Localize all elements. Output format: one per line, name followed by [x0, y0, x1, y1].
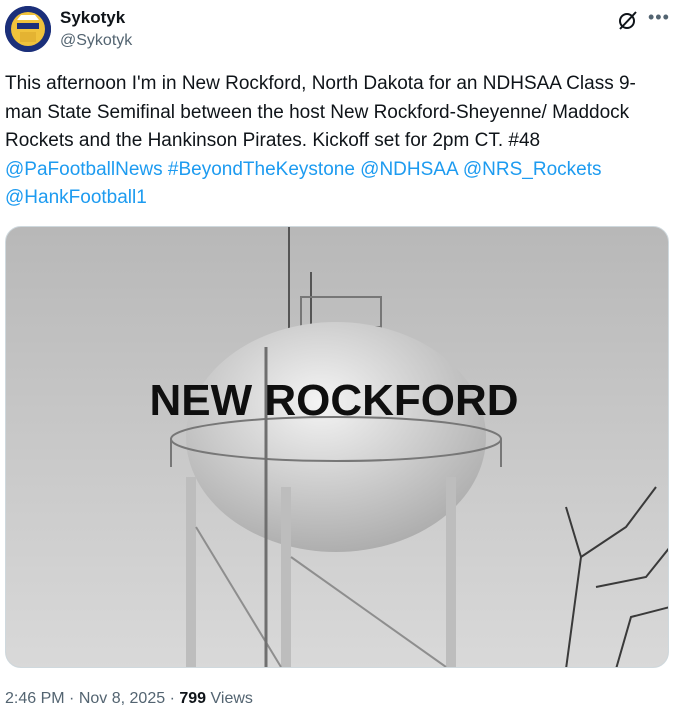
mention-pafootballnews[interactable]: @PaFootballNews [5, 159, 163, 180]
water-tower-photo: NEW ROCKFORD [6, 227, 668, 667]
author-handle[interactable]: @Sykotyk [60, 32, 132, 50]
mention-ndhsaa[interactable]: @NDHSAA [360, 159, 457, 180]
meta-separator-2: · [169, 690, 175, 707]
grok-slash-icon[interactable] [617, 9, 639, 31]
mention-hankfootball1[interactable]: @HankFootball1 [5, 187, 147, 208]
tweet-meta: 2:46 PM · Nov 8, 2025 · 799 Views [5, 690, 253, 708]
author-name[interactable]: Sykotyk [60, 8, 125, 28]
tweet-photo[interactable]: NEW ROCKFORD [5, 226, 669, 668]
post-date[interactable]: Nov 8, 2025 [79, 690, 165, 707]
views-label: Views [210, 690, 253, 707]
post-time[interactable]: 2:46 PM [5, 690, 65, 707]
meta-separator: · [69, 690, 75, 707]
views-count: 799 [179, 690, 207, 707]
more-horizontal-icon[interactable]: ••• [648, 6, 670, 28]
author-avatar[interactable] [5, 6, 51, 52]
tower-lettering: NEW ROCKFORD [149, 376, 518, 425]
tweet-text: This afternoon I'm in New Rockford, Nort… [5, 70, 665, 213]
mention-nrs-rockets[interactable]: @NRS_Rockets [463, 159, 602, 180]
hashtag-beyondthekeystone[interactable]: #BeyondTheKeystone [168, 159, 355, 180]
tweet-body: This afternoon I'm in New Rockford, Nort… [5, 73, 636, 151]
